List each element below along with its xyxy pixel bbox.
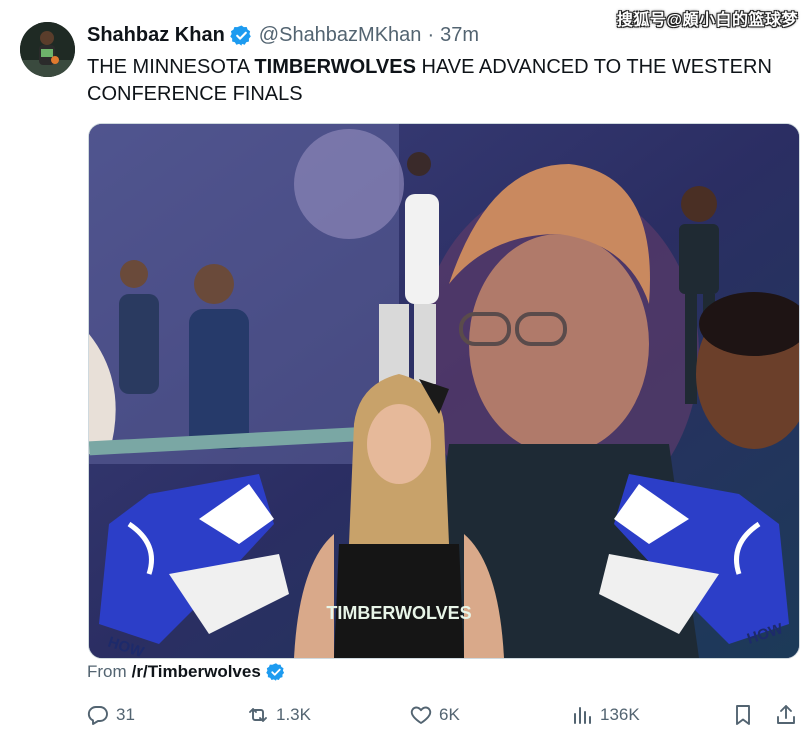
like-button[interactable]: 6K bbox=[409, 703, 460, 727]
reply-count: 31 bbox=[116, 705, 135, 724]
tweet-header: Shahbaz Khan @ShahbazMKhan · 37m bbox=[87, 24, 479, 47]
repost-icon bbox=[249, 708, 267, 722]
author-handle[interactable]: @ShahbazMKhan bbox=[259, 24, 422, 47]
tweet-text-part: THE MINNESOTA bbox=[87, 56, 255, 78]
from-label: From bbox=[87, 662, 127, 681]
like-icon bbox=[410, 706, 432, 724]
bookmark-button[interactable] bbox=[731, 703, 755, 727]
repost-button[interactable]: 1.3K bbox=[246, 703, 311, 727]
reply-button[interactable]: 31 bbox=[86, 703, 135, 727]
verified-badge-icon bbox=[230, 24, 253, 47]
author-name[interactable]: Shahbaz Khan bbox=[87, 24, 225, 47]
like-count: 6K bbox=[439, 705, 460, 724]
verified-badge-icon bbox=[266, 662, 286, 682]
tweet-timestamp[interactable]: 37m bbox=[440, 24, 479, 47]
avatar[interactable] bbox=[20, 22, 75, 77]
jersey-text: TIMBERWOLVES bbox=[326, 603, 471, 623]
share-button[interactable] bbox=[774, 703, 798, 727]
repost-count: 1.3K bbox=[276, 705, 311, 724]
watermark: 搜狐号@頗小白的篮球梦 bbox=[616, 12, 798, 29]
media-source: From /r/Timberwolves bbox=[87, 662, 292, 682]
bookmark-icon bbox=[736, 705, 750, 725]
share-icon bbox=[777, 705, 795, 724]
separator-dot: · bbox=[427, 24, 435, 46]
views-icon bbox=[574, 707, 591, 724]
views-button[interactable]: 136K bbox=[570, 703, 640, 727]
reply-icon bbox=[87, 706, 108, 725]
source-link[interactable]: /r/Timberwolves bbox=[132, 662, 261, 682]
tweet-text-bold: TIMBERWOLVES bbox=[254, 56, 416, 78]
tweet-text: THE MINNESOTA TIMBERWOLVES HAVE ADVANCED… bbox=[87, 54, 787, 108]
views-count: 136K bbox=[600, 705, 640, 724]
tweet-media-image[interactable]: TIMBERWOLVES HOW HOW bbox=[88, 123, 800, 659]
